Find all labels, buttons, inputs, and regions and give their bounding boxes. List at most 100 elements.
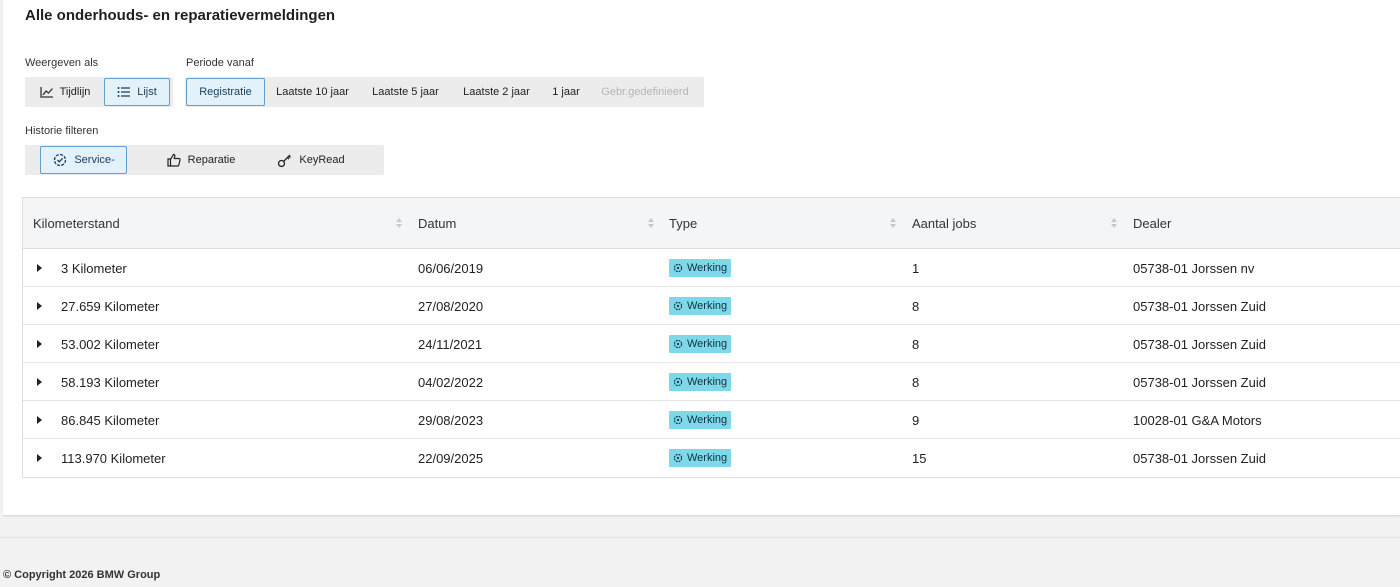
cell-datum: 29/08/2023: [418, 412, 484, 428]
cell-datum: 06/06/2019: [418, 260, 484, 276]
expand-caret-icon[interactable]: [37, 264, 42, 272]
cell-aantal-jobs: 8: [912, 336, 920, 352]
column-header-kilometerstand[interactable]: Kilometerstand: [33, 198, 120, 249]
cell-type: Werking: [669, 363, 732, 401]
cell-datum: 22/09/2025: [418, 450, 484, 466]
page-title: Alle onderhouds- en reparatievermeldinge…: [25, 7, 336, 24]
gear-icon: [673, 263, 683, 273]
cell-kilometerstand: 53.002 Kilometer: [61, 336, 160, 352]
sort-icon[interactable]: [395, 217, 403, 229]
cell-kilometerstand: 58.193 Kilometer: [61, 374, 160, 390]
cell-datum: 27/08/2020: [418, 298, 484, 314]
copyright-text: © Copyright 2026 BMW Group: [3, 569, 161, 581]
footer-divider: [0, 537, 1400, 538]
type-badge: Werking: [669, 297, 732, 315]
thumbs-up-icon: [167, 153, 181, 167]
expand-caret-icon[interactable]: [37, 378, 42, 386]
cell-kilometerstand: 113.970 Kilometer: [61, 450, 166, 466]
period-registration-button[interactable]: Registratie: [186, 78, 265, 106]
type-badge-label: Werking: [687, 338, 728, 350]
filter-repair-label: Reparatie: [187, 154, 236, 166]
table-row[interactable]: 86.845 Kilometer 29/08/2023 Werking 9 10…: [23, 401, 1400, 439]
period-toggle-group: Registratie Laatste 10 jaar Laatste 5 ja…: [185, 77, 704, 107]
view-list-button[interactable]: Lijst: [104, 78, 170, 106]
table-row[interactable]: 27.659 Kilometer 27/08/2020 Werking 8 05…: [23, 287, 1400, 325]
filter-keyread-label: KeyRead: [299, 154, 345, 166]
cell-type: Werking: [669, 401, 732, 439]
line-chart-icon: [39, 87, 53, 98]
cell-dealer: 05738-01 Jorssen Zuid: [1133, 374, 1266, 390]
table-row[interactable]: 53.002 Kilometer 24/11/2021 Werking 8 05…: [23, 325, 1400, 363]
cell-dealer: 05738-01 Jorssen Zuid: [1133, 336, 1266, 352]
period-option-label: Laatste 2 jaar: [463, 86, 530, 98]
period-option-label: 1 jaar: [552, 86, 580, 98]
period-option-label: Gebr.gedefinieerd: [601, 86, 689, 98]
cell-datum: 04/02/2022: [418, 374, 484, 390]
cell-dealer: 05738-01 Jorssen Zuid: [1133, 450, 1266, 466]
view-timeline-button[interactable]: Tijdlijn: [26, 78, 104, 106]
type-badge-label: Werking: [687, 300, 728, 312]
gear-icon: [673, 301, 683, 311]
column-header-aantal-jobs[interactable]: Aantal jobs: [912, 198, 976, 249]
sort-icon[interactable]: [889, 217, 897, 229]
view-list-label: Lijst: [137, 86, 157, 98]
period-label: Periode vanaf: [186, 57, 254, 69]
cell-aantal-jobs: 9: [912, 412, 920, 428]
type-badge-label: Werking: [687, 452, 728, 464]
expand-caret-icon[interactable]: [37, 454, 42, 462]
type-badge: Werking: [669, 449, 732, 467]
column-header-type[interactable]: Type: [669, 198, 697, 249]
gear-icon: [673, 453, 683, 463]
history-table: Kilometerstand Datum Type Aantal jobs De…: [22, 197, 1400, 478]
cell-dealer: 05738-01 Jorssen nv: [1133, 260, 1255, 276]
filter-label: Historie filteren: [25, 125, 99, 137]
filter-repair-button[interactable]: Reparatie: [143, 146, 258, 174]
period-1-year-button[interactable]: 1 jaar: [542, 78, 590, 106]
table-row[interactable]: 113.970 Kilometer 22/09/2025 Werking 15 …: [23, 439, 1400, 477]
gear-icon: [673, 339, 683, 349]
filter-toggle-group: Service- Reparatie KeyRead: [25, 145, 384, 175]
gear-icon: [673, 415, 683, 425]
expand-caret-icon[interactable]: [37, 302, 42, 310]
cell-type: Werking: [669, 439, 732, 477]
cell-type: Werking: [669, 249, 732, 287]
cell-kilometerstand: 3 Kilometer: [61, 260, 127, 276]
key-icon: [278, 154, 292, 168]
column-header-dealer[interactable]: Dealer: [1133, 198, 1171, 249]
sort-icon[interactable]: [647, 217, 655, 229]
cell-type: Werking: [669, 325, 732, 363]
table-row[interactable]: 58.193 Kilometer 04/02/2022 Werking 8 05…: [23, 363, 1400, 401]
view-timeline-label: Tijdlijn: [59, 86, 91, 98]
cell-aantal-jobs: 8: [912, 374, 920, 390]
view-toggle-group: Tijdlijn Lijst: [25, 77, 173, 107]
type-badge: Werking: [669, 373, 732, 391]
filter-service-button[interactable]: Service-: [40, 146, 127, 174]
table-row[interactable]: 3 Kilometer 06/06/2019 Werking 1 05738-0…: [23, 249, 1400, 287]
period-last-10-years-button[interactable]: Laatste 10 jaar: [265, 78, 360, 106]
cell-aantal-jobs: 8: [912, 298, 920, 314]
period-last-5-years-button[interactable]: Laatste 5 jaar: [360, 78, 451, 106]
sort-icon[interactable]: [1110, 217, 1118, 229]
cell-kilometerstand: 86.845 Kilometer: [61, 412, 160, 428]
type-badge: Werking: [669, 259, 732, 277]
list-icon: [117, 87, 131, 97]
type-badge-label: Werking: [687, 414, 728, 426]
type-badge-label: Werking: [687, 376, 728, 388]
cell-dealer: 05738-01 Jorssen Zuid: [1133, 298, 1266, 314]
column-header-datum[interactable]: Datum: [418, 198, 456, 249]
filter-service-label: Service-: [74, 154, 115, 166]
period-custom-button: Gebr.gedefinieerd: [590, 78, 700, 106]
period-option-label: Registratie: [199, 86, 252, 98]
cell-type: Werking: [669, 287, 732, 325]
period-last-2-years-button[interactable]: Laatste 2 jaar: [451, 78, 542, 106]
cell-dealer: 10028-01 G&A Motors: [1133, 412, 1262, 428]
type-badge-label: Werking: [687, 262, 728, 274]
period-option-label: Laatste 5 jaar: [372, 86, 439, 98]
filter-keyread-button[interactable]: KeyRead: [258, 146, 364, 174]
expand-caret-icon[interactable]: [37, 416, 42, 424]
service-gear-icon: [54, 153, 67, 167]
expand-caret-icon[interactable]: [37, 340, 42, 348]
gear-icon: [673, 377, 683, 387]
view-label: Weergeven als: [25, 57, 99, 69]
cell-aantal-jobs: 15: [912, 450, 927, 466]
